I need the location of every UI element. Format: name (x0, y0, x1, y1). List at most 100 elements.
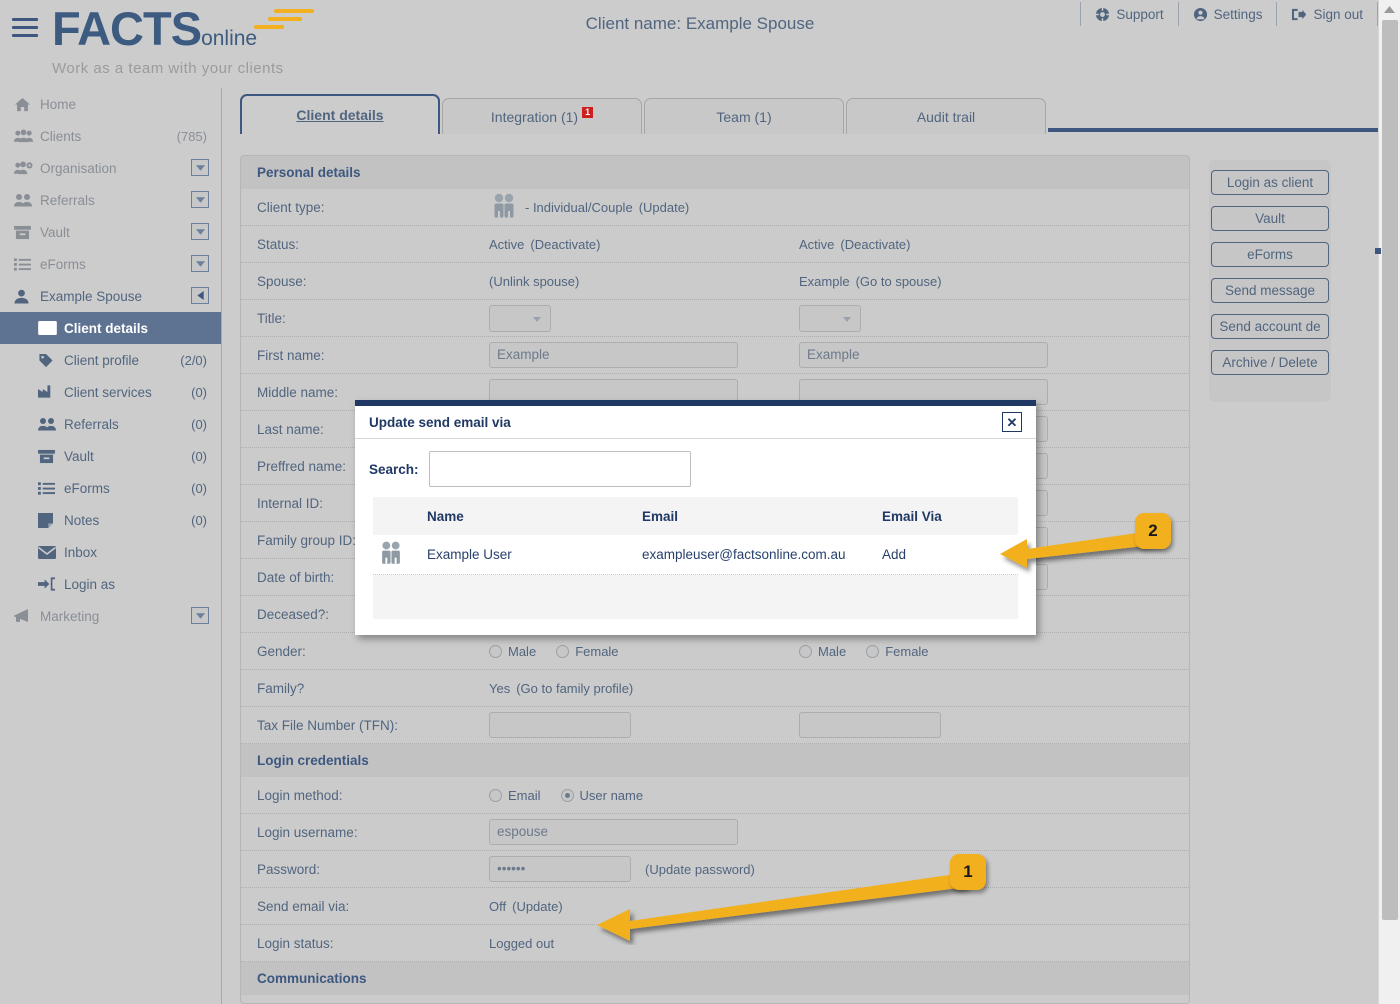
settings-link[interactable]: Settings (1177, 2, 1277, 26)
vault-button[interactable]: Vault (1211, 206, 1329, 231)
support-link[interactable]: Support (1080, 2, 1177, 26)
sidebar-count: (785) (176, 128, 207, 144)
action-buttons-panel: Login as client Vault eForms Send messag… (1209, 160, 1331, 402)
tab-audit-trail[interactable]: Audit trail (846, 98, 1046, 134)
row-label: Tax File Number (TFN): (257, 717, 399, 733)
sidebar-item-client-profile[interactable]: Client profile (2/0) (0, 344, 221, 376)
sidebar-item-notes[interactable]: Notes (0) (0, 504, 221, 536)
login-as-client-button[interactable]: Login as client (1211, 170, 1329, 195)
password-input[interactable]: •••••• (489, 856, 631, 882)
sidebar-item-referrals[interactable]: Referrals (0, 184, 221, 216)
client-type-update-link[interactable]: (Update) (639, 200, 690, 215)
tab-integration[interactable]: Integration (1) 1 (442, 98, 642, 134)
go-to-family-profile-link[interactable]: (Go to family profile) (516, 681, 633, 696)
row-value-primary: Email User name (489, 788, 799, 803)
go-to-spouse-link[interactable]: (Go to spouse) (856, 274, 942, 289)
gender-male-radio-spouse[interactable] (799, 644, 812, 658)
megaphone-icon (14, 609, 40, 623)
title-select[interactable] (489, 304, 551, 332)
row-value-primary: Logged out (489, 936, 799, 951)
chevron-left-icon[interactable] (191, 287, 209, 304)
column-email-via: Email Via (882, 508, 942, 524)
eforms-button[interactable]: eForms (1211, 242, 1329, 267)
sidebar-item-example-spouse[interactable]: Example Spouse (0, 280, 221, 312)
tfn-input[interactable] (489, 712, 631, 738)
tab-label: Audit trail (916, 108, 976, 125)
sidebar-item-eforms[interactable]: eForms (0, 248, 221, 280)
chevron-down-icon[interactable] (191, 255, 209, 272)
id-card-icon (38, 321, 64, 335)
chevron-down-icon[interactable] (191, 223, 209, 240)
row-gender: Gender: Male Female Male Female (241, 633, 1189, 670)
title-select-spouse[interactable] (799, 304, 861, 332)
sidebar-item-login-as[interactable]: Login as (0, 568, 221, 600)
sidebar-item-marketing[interactable]: Marketing (0, 600, 221, 632)
sign-out-icon (1291, 7, 1307, 22)
login-username-input[interactable]: espouse (489, 819, 738, 845)
tab-client-details[interactable]: Client details (240, 94, 440, 134)
couple-icon (489, 191, 519, 224)
section-communications: Communications (241, 962, 1189, 995)
sidebar-item-inbox[interactable]: Inbox (0, 536, 221, 568)
send-message-button[interactable]: Send message (1211, 278, 1329, 303)
update-password-link[interactable]: (Update password) (645, 862, 755, 877)
send-account-details-button[interactable]: Send account de (1211, 314, 1329, 339)
first-name-input[interactable]: Example (489, 342, 738, 368)
modal-results-table: Name Email Email Via Example User exampl… (373, 497, 1018, 575)
row-login-method: Login method: Email User name (241, 777, 1189, 814)
chevron-down-icon[interactable] (191, 191, 209, 208)
chevron-down-icon[interactable] (191, 607, 209, 624)
sidebar-item-home[interactable]: Home (0, 88, 221, 120)
search-input[interactable] (428, 451, 691, 487)
sidebar-item-client-services[interactable]: Client services (0) (0, 376, 221, 408)
tfn-input-spouse[interactable] (799, 712, 941, 738)
annotation-number: 2 (1148, 521, 1158, 540)
support-label: Support (1116, 6, 1164, 22)
vertical-scrollbar[interactable] (1375, 0, 1400, 1004)
sidebar-count: (2/0) (180, 352, 207, 368)
sign-out-link[interactable]: Sign out (1276, 2, 1378, 26)
gender-male-label: Male (508, 643, 537, 659)
first-name-input-spouse[interactable]: Example (799, 342, 1048, 368)
lifebuoy-icon (1095, 6, 1111, 22)
login-method-username-radio[interactable] (560, 788, 574, 802)
row-value-secondary: Example (Go to spouse) (799, 274, 1109, 289)
send-email-via-update-link[interactable]: (Update) (512, 899, 563, 914)
settings-label: Settings (1213, 6, 1263, 22)
family-value: Yes (489, 680, 511, 696)
row-label: Gender: (257, 643, 306, 659)
archive-delete-button[interactable]: Archive / Delete (1211, 350, 1329, 375)
gender-female-radio[interactable] (556, 644, 570, 658)
section-login-credentials: Login credentials (241, 744, 1189, 777)
sidebar-item-vault[interactable]: Vault (0, 216, 221, 248)
sidebar-item-clients[interactable]: Clients (785) (0, 120, 221, 152)
sidebar-item-eforms-sub[interactable]: eForms (0) (0, 472, 221, 504)
row-label: Send email via: (257, 898, 350, 914)
status-deactivate-link[interactable]: (Deactivate) (530, 237, 600, 252)
unlink-spouse-link[interactable]: (Unlink spouse) (489, 274, 579, 289)
gender-female-radio-spouse[interactable] (866, 644, 880, 658)
row-login-username: Login username: espouse (241, 814, 1189, 851)
row-value-primary: Male Female (489, 644, 799, 659)
scroll-up-arrow-icon[interactable] (1379, 0, 1400, 18)
modal-header: Update send email via ✕ (355, 406, 1036, 439)
scrollbar-thumb[interactable] (1382, 20, 1398, 920)
tab-team[interactable]: Team (1) (644, 98, 844, 134)
row-first-name: First name: Example Example (241, 337, 1189, 374)
modal-add-link[interactable]: Add (882, 547, 906, 562)
login-method-email-radio[interactable] (489, 788, 502, 802)
sidebar-label: Login as (64, 576, 116, 592)
row-email: exampleuser@factsonline.com.au (642, 547, 846, 562)
sidebar-item-client-details[interactable]: Client details (0, 312, 221, 344)
row-title: Title: (241, 300, 1189, 337)
sidebar-item-organisation[interactable]: Organisation (0, 152, 221, 184)
gender-male-radio[interactable] (489, 644, 502, 658)
sidebar-item-vault-sub[interactable]: Vault (0) (0, 440, 221, 472)
row-label: First name: (257, 347, 325, 363)
status-deactivate-link-spouse[interactable]: (Deactivate) (840, 237, 910, 252)
modal-search-row: Search: (355, 439, 1036, 497)
people-gear-icon (14, 161, 40, 175)
chevron-down-icon[interactable] (191, 159, 209, 176)
close-icon[interactable]: ✕ (1002, 412, 1022, 432)
sidebar-item-referrals-sub[interactable]: Referrals (0) (0, 408, 221, 440)
